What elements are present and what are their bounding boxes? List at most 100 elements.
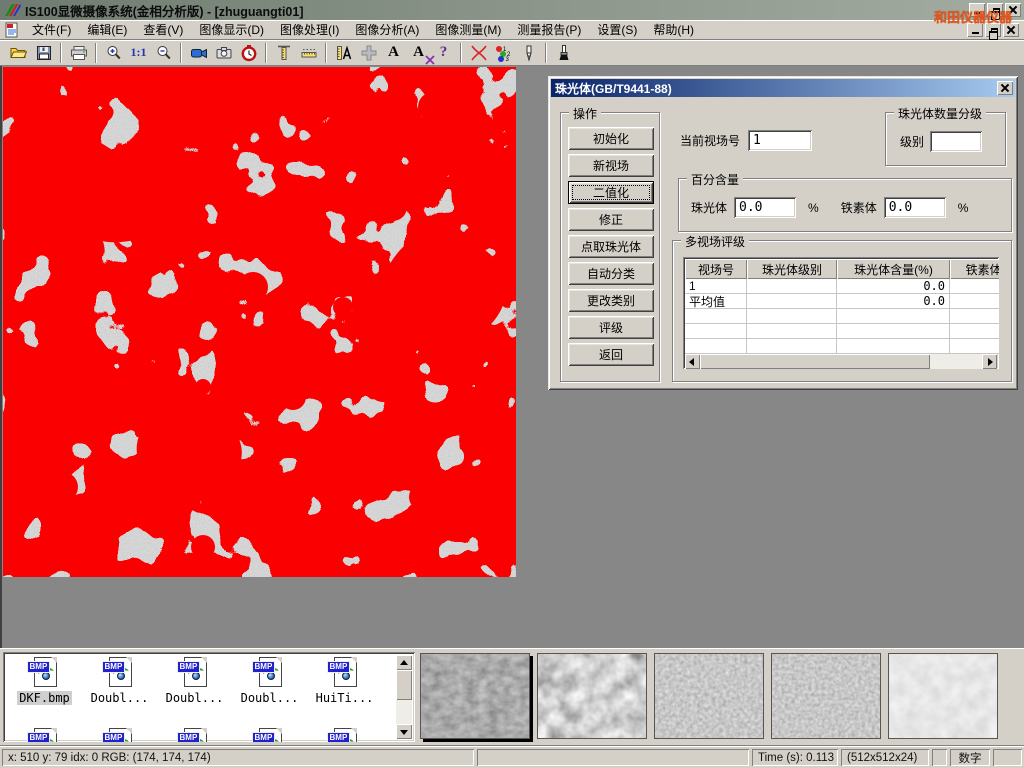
pick-pearlite-button[interactable]: 点取珠光体 — [568, 235, 654, 258]
ruler-horizontal-icon[interactable] — [296, 42, 321, 64]
micrograph-binarized-image[interactable] — [3, 67, 516, 577]
caliper-vertical-icon[interactable] — [271, 42, 296, 64]
zoom-out-icon[interactable] — [151, 42, 176, 64]
mdi-workspace: 珠光体(GB/T9441-88) 操作 初始化 新视场 二值化 修正 点取珠光体… — [0, 66, 1024, 648]
menu-help[interactable]: 帮助(H) — [645, 19, 702, 40]
correct-button[interactable]: 修正 — [568, 208, 654, 231]
scrollbar-thumb[interactable] — [396, 670, 412, 700]
scroll-down-icon[interactable] — [396, 724, 412, 739]
thumbnail-image[interactable] — [654, 653, 764, 739]
menu-measure-report[interactable]: 测量报告(P) — [509, 19, 589, 40]
file-item[interactable]: BMP DKF.bmp — [7, 657, 82, 705]
new-field-button[interactable]: 新视场 — [568, 154, 654, 177]
zoom-in-icon[interactable] — [101, 42, 126, 64]
pearlite-percent-input[interactable] — [734, 197, 796, 218]
actual-size-icon[interactable]: 1:1 — [126, 42, 151, 64]
scroll-up-icon[interactable] — [396, 655, 412, 670]
grading-group-label: 珠光体数量分级 — [894, 105, 986, 122]
ruler-label-icon[interactable] — [331, 42, 356, 64]
thumbnail-image[interactable] — [420, 653, 530, 739]
table-row-empty — [685, 324, 999, 339]
toolbar-separator — [325, 43, 327, 63]
open-icon[interactable] — [6, 42, 31, 64]
file-list-scrollbar[interactable] — [396, 655, 412, 739]
file-name[interactable]: Doubl... — [239, 691, 301, 705]
multifield-group-label: 多视场评级 — [681, 233, 749, 250]
return-button[interactable]: 返回 — [568, 343, 654, 366]
snapshot-icon[interactable] — [211, 42, 236, 64]
file-item[interactable]: BMP HuiTi... — [307, 657, 382, 705]
video-capture-icon[interactable] — [186, 42, 211, 64]
ferrite-unit: % — [958, 201, 969, 215]
initialize-button[interactable]: 初始化 — [568, 127, 654, 150]
file-item-partial[interactable]: BMP — [307, 728, 382, 742]
table-row[interactable]: 1 0.0 — [685, 279, 999, 294]
window-title: IS100显微摄像系统(金相分析版) - [zhuguangti01] — [25, 1, 303, 20]
file-name[interactable]: Doubl... — [89, 691, 151, 705]
menu-image-analysis[interactable]: 图像分析(A) — [347, 19, 427, 40]
col-field[interactable]: 视场号 — [685, 259, 747, 279]
brush-icon[interactable] — [551, 42, 576, 64]
current-field-input[interactable] — [748, 130, 812, 151]
binarize-button[interactable]: 二值化 — [568, 181, 654, 204]
level-input[interactable] — [930, 131, 982, 152]
status-bar: x: 510 y: 79 idx: 0 RGB: (174, 174, 174)… — [0, 746, 1024, 768]
file-item-partial[interactable]: BMP — [7, 728, 82, 742]
text-delete-icon[interactable]: A — [406, 42, 431, 64]
col-ferrite-content[interactable]: 铁素体含量(%) — [950, 259, 999, 279]
file-item[interactable]: BMP Doubl... — [157, 657, 232, 705]
bmp-file-icon: BMP — [102, 728, 138, 742]
move-cross-icon[interactable] — [356, 42, 381, 64]
current-field-label: 当前视场号 — [680, 132, 740, 149]
file-item-partial[interactable]: BMP — [232, 728, 307, 742]
toolbar: 1:1 A A ? 1 2 3 — [0, 40, 1024, 66]
ferrite-label: 铁素体 — [841, 199, 877, 216]
col-pearlite-level[interactable]: 珠光体级别 — [747, 259, 837, 279]
menu-image-display[interactable]: 图像显示(D) — [191, 19, 272, 40]
time-panel: Time (s): 0.113 — [752, 749, 838, 766]
text-annotate-icon[interactable]: A — [381, 42, 406, 64]
dialog-close-icon[interactable] — [997, 81, 1013, 95]
table-horizontal-scrollbar[interactable] — [685, 354, 997, 369]
thumbnail-image[interactable] — [888, 653, 998, 739]
print-icon[interactable] — [66, 42, 91, 64]
auto-classify-button[interactable]: 自动分类 — [568, 262, 654, 285]
stylus-icon[interactable] — [516, 42, 541, 64]
scroll-left-icon[interactable] — [685, 354, 700, 369]
file-name[interactable]: Doubl... — [164, 691, 226, 705]
col-pearlite-content[interactable]: 珠光体含量(%) — [837, 259, 950, 279]
file-item[interactable]: BMP Doubl... — [82, 657, 157, 705]
menu-file[interactable]: 文件(F) — [24, 19, 79, 40]
toolbar-separator — [460, 43, 462, 63]
image-size-panel: (512x512x24) — [841, 749, 929, 766]
file-browser[interactable]: BMP DKF.bmp BMP Doubl... BMP Doubl... BM… — [3, 652, 415, 742]
menu-settings[interactable]: 设置(S) — [589, 19, 645, 40]
rgb-calibration-icon[interactable]: 1 2 3 — [491, 42, 516, 64]
grading-table[interactable]: 视场号 珠光体级别 珠光体含量(%) 铁素体含量(%) 1 0.0 平均值 — [683, 257, 999, 369]
file-name[interactable]: DKF.bmp — [17, 691, 72, 705]
scrollbar-thumb[interactable] — [700, 354, 930, 369]
grade-button[interactable]: 评级 — [568, 316, 654, 339]
bmp-file-icon: BMP — [177, 657, 213, 689]
file-item[interactable]: BMP Doubl... — [232, 657, 307, 705]
dialog-title-bar[interactable]: 珠光体(GB/T9441-88) — [551, 79, 1015, 97]
curve-erase-icon[interactable] — [466, 42, 491, 64]
menu-edit[interactable]: 编辑(E) — [79, 19, 135, 40]
file-item-partial[interactable]: BMP — [157, 728, 232, 742]
menu-image-measure[interactable]: 图像测量(M) — [427, 19, 509, 40]
title-bar: IS100显微摄像系统(金相分析版) - [zhuguangti01] — [0, 0, 1024, 20]
file-name[interactable]: HuiTi... — [314, 691, 376, 705]
save-icon[interactable] — [31, 42, 56, 64]
pearlite-unit: % — [808, 201, 819, 215]
thumbnail-image[interactable] — [771, 653, 881, 739]
file-item-partial[interactable]: BMP — [82, 728, 157, 742]
scroll-right-icon[interactable] — [982, 354, 997, 369]
change-class-button[interactable]: 更改类别 — [568, 289, 654, 312]
menu-view[interactable]: 查看(V) — [135, 19, 191, 40]
menu-image-processing[interactable]: 图像处理(I) — [272, 19, 347, 40]
table-row-average[interactable]: 平均值 0.0 — [685, 294, 999, 309]
thumbnail-image[interactable] — [537, 653, 647, 739]
timer-icon[interactable] — [236, 42, 261, 64]
ferrite-percent-input[interactable] — [884, 197, 946, 218]
empty-panel — [932, 749, 947, 766]
